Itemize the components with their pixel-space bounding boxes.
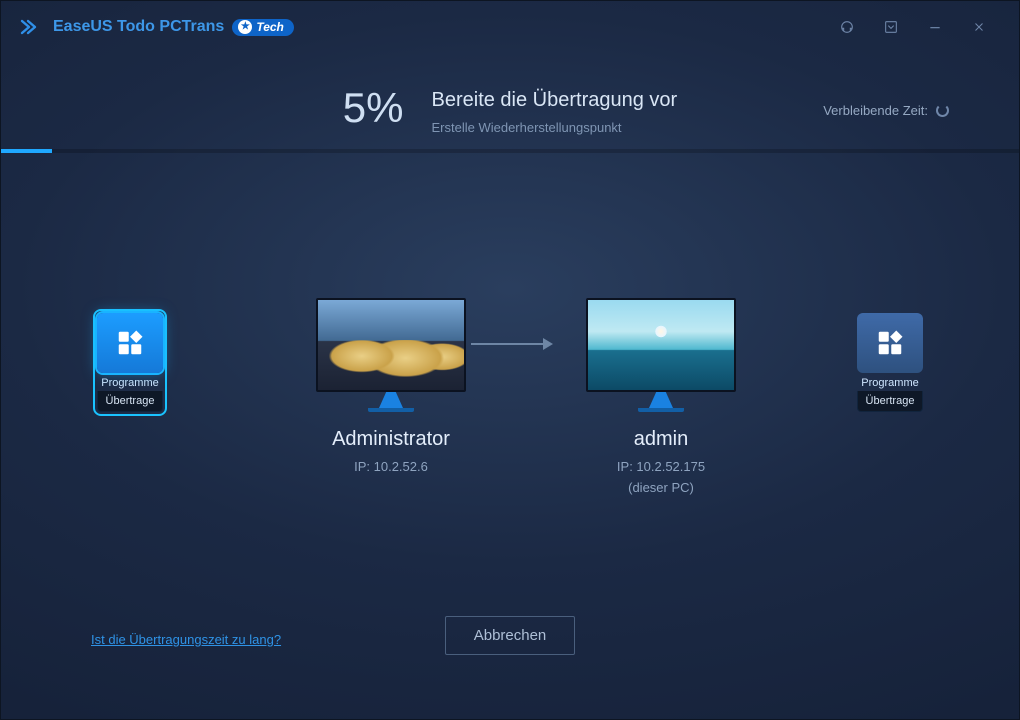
footer: Ist die Übertragungszeit zu lang? Abbrec… xyxy=(1,616,1019,719)
target-pc-ip: IP: 10.2.52.175 xyxy=(561,459,761,474)
edition-badge: ★ Tech xyxy=(232,19,294,36)
minimize-button[interactable] xyxy=(913,9,957,45)
edition-badge-text: Tech xyxy=(256,20,284,34)
app-window: EaseUS Todo PCTrans ★ Tech 5% Bereite xyxy=(0,0,1020,720)
status-subtitle: Erstelle Wiederherstellungspunkt xyxy=(432,120,678,135)
category-card-source[interactable]: Programme Übertrage xyxy=(97,313,163,412)
status-title: Bereite die Übertragung vor xyxy=(432,89,678,112)
category-status: Übertrage xyxy=(857,391,923,412)
loading-spinner-icon xyxy=(936,104,949,117)
app-logo-icon xyxy=(19,15,43,39)
app-title: EaseUS Todo PCTrans xyxy=(53,18,224,36)
remaining-time: Verbleibende Zeit: xyxy=(823,103,949,118)
support-icon[interactable] xyxy=(825,9,869,45)
help-link[interactable]: Ist die Übertragungszeit zu lang? xyxy=(91,632,281,647)
progress-percent: 5% xyxy=(343,87,404,129)
transfer-diagram: Programme Übertrage Programme Übertrage … xyxy=(1,153,1019,616)
menu-dropdown-icon[interactable] xyxy=(869,9,913,45)
source-pc-ip: IP: 10.2.52.6 xyxy=(291,459,491,474)
cancel-button[interactable]: Abbrechen xyxy=(445,616,576,655)
category-label: Programme xyxy=(97,377,163,389)
monitor-icon xyxy=(316,298,466,392)
target-pc-note: (dieser PC) xyxy=(561,480,761,495)
monitor-icon xyxy=(586,298,736,392)
target-pc-name: admin xyxy=(561,428,761,451)
remaining-time-label: Verbleibende Zeit: xyxy=(823,103,928,118)
status-area: 5% Bereite die Übertragung vor Erstelle … xyxy=(1,53,1019,149)
close-button[interactable] xyxy=(957,9,1001,45)
category-label: Programme xyxy=(857,377,923,389)
star-icon: ★ xyxy=(238,20,252,34)
apps-tile-icon xyxy=(97,313,163,373)
transfer-arrow-icon xyxy=(471,343,551,345)
apps-tile-icon xyxy=(857,313,923,373)
target-pc: admin IP: 10.2.52.175 (dieser PC) xyxy=(561,298,761,495)
titlebar: EaseUS Todo PCTrans ★ Tech xyxy=(1,1,1019,53)
category-card-target[interactable]: Programme Übertrage xyxy=(857,313,923,412)
source-pc-name: Administrator xyxy=(291,428,491,451)
category-status: Übertrage xyxy=(97,391,163,412)
source-pc: Administrator IP: 10.2.52.6 xyxy=(291,298,491,474)
